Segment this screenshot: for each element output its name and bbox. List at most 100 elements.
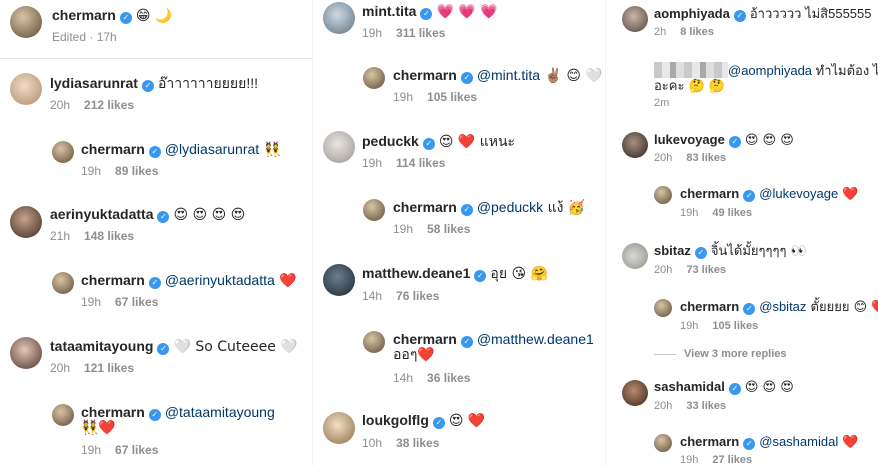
- comment-text: 😍 ❤️ แหนะ: [438, 134, 516, 150]
- username[interactable]: peduckk: [362, 133, 419, 149]
- likes-count[interactable]: 114 likes: [396, 156, 445, 170]
- reply-text-continued: อะคะ 🤔 🤔: [654, 79, 726, 94]
- avatar[interactable]: [10, 6, 42, 38]
- avatar[interactable]: [622, 380, 648, 406]
- likes-count[interactable]: 105 likes: [427, 90, 477, 104]
- likes-count[interactable]: 36 likes: [427, 371, 470, 385]
- mention-link[interactable]: @aerinyuktadatta: [165, 272, 275, 288]
- avatar[interactable]: [10, 73, 42, 105]
- avatar[interactable]: [323, 131, 355, 163]
- likes-count[interactable]: 121 likes: [84, 361, 134, 375]
- mention-link[interactable]: @tataamitayoung: [165, 404, 275, 420]
- avatar[interactable]: [52, 272, 74, 294]
- username[interactable]: chermarn: [393, 331, 457, 347]
- divider: [0, 58, 312, 59]
- avatar[interactable]: [10, 206, 42, 238]
- comment: mint.tita ✓ 💗 💗 💗: [362, 2, 498, 21]
- likes-count[interactable]: 27 likes: [712, 454, 752, 466]
- reply-text: 👯: [259, 142, 282, 158]
- avatar[interactable]: [654, 434, 672, 452]
- verified-badge-icon: ✓: [733, 10, 746, 22]
- avatar[interactable]: [323, 264, 355, 296]
- avatar[interactable]: [363, 331, 385, 353]
- username[interactable]: chermarn: [393, 67, 457, 83]
- reply-text: ❤️: [274, 273, 297, 289]
- verified-badge-icon: ✓: [420, 8, 433, 20]
- likes-count[interactable]: 89 likes: [115, 164, 158, 178]
- username[interactable]: sbitaz: [654, 243, 691, 258]
- avatar[interactable]: [52, 141, 74, 163]
- mention-link[interactable]: @lukevoyage: [759, 186, 838, 201]
- comment-text: จิ้นได้มั้ยๆๆๆๆ 👀: [710, 244, 807, 259]
- likes-count[interactable]: 311 likes: [396, 26, 445, 40]
- avatar[interactable]: [323, 412, 355, 444]
- avatar[interactable]: [622, 243, 648, 269]
- username[interactable]: mint.tita: [362, 3, 416, 19]
- timestamp: 19h: [680, 454, 699, 466]
- avatar[interactable]: [622, 6, 648, 32]
- likes-count[interactable]: 38 likes: [396, 436, 439, 450]
- reply-text: ออๆ❤️: [393, 347, 435, 363]
- verified-badge-icon: ✓: [157, 211, 170, 223]
- reply-meta: 19h 67 likes: [81, 443, 158, 457]
- verified-badge-icon: ✓: [694, 247, 707, 259]
- likes-count[interactable]: 33 likes: [686, 400, 726, 412]
- username[interactable]: chermarn: [680, 299, 739, 314]
- mention-link[interactable]: @sbitaz: [759, 299, 806, 314]
- timestamp: 20h: [654, 264, 673, 276]
- reply-meta: 2m: [654, 96, 669, 110]
- timestamp: 19h: [393, 222, 414, 236]
- avatar[interactable]: [52, 404, 74, 426]
- mention-link[interactable]: @mint.tita: [477, 67, 540, 83]
- username[interactable]: lukevoyage: [654, 132, 725, 147]
- username[interactable]: chermarn: [680, 434, 739, 449]
- username[interactable]: sashamidal: [654, 379, 725, 394]
- username[interactable]: lydiasarunrat: [50, 75, 138, 91]
- mention-link[interactable]: @matthew.deane1: [477, 331, 594, 347]
- avatar[interactable]: [363, 199, 385, 221]
- verified-badge-icon: ✓: [728, 136, 741, 148]
- likes-count[interactable]: 58 likes: [427, 222, 470, 236]
- mention-link[interactable]: @peduckk: [477, 199, 543, 215]
- avatar[interactable]: [654, 186, 672, 204]
- username[interactable]: chermarn: [52, 7, 116, 23]
- avatar[interactable]: [654, 299, 672, 317]
- likes-count[interactable]: 212 likes: [84, 98, 134, 112]
- verified-badge-icon: ✓: [422, 138, 435, 150]
- likes-count[interactable]: 67 likes: [115, 443, 158, 457]
- likes-count[interactable]: 83 likes: [686, 152, 726, 164]
- likes-count[interactable]: 49 likes: [712, 207, 752, 219]
- likes-count[interactable]: 73 likes: [686, 264, 726, 276]
- comment-text: 😍 ❤️: [448, 413, 486, 429]
- reply: chermarn ✓ @lydiasarunrat 👯: [81, 140, 281, 159]
- verified-badge-icon: ✓: [728, 383, 741, 395]
- likes-count[interactable]: 8 likes: [680, 26, 714, 38]
- avatar[interactable]: [10, 337, 42, 369]
- mention-link[interactable]: @aomphiyada: [728, 63, 812, 78]
- username[interactable]: chermarn: [81, 272, 145, 288]
- timestamp: 2m: [654, 97, 670, 109]
- likes-count[interactable]: 67 likes: [115, 295, 158, 309]
- reply-meta: 19h 49 likes: [680, 206, 752, 220]
- mention-link[interactable]: @sashamidal: [759, 434, 838, 449]
- username[interactable]: aomphiyada: [654, 6, 730, 21]
- username[interactable]: loukgolflg: [362, 412, 429, 428]
- view-more-replies-button[interactable]: View 3 more replies: [654, 348, 787, 360]
- username[interactable]: chermarn: [393, 199, 457, 215]
- username[interactable]: chermarn: [680, 186, 739, 201]
- verified-badge-icon: ✓: [460, 336, 473, 348]
- username[interactable]: chermarn: [81, 404, 145, 420]
- avatar[interactable]: [323, 2, 355, 34]
- username[interactable]: matthew.deane1: [362, 265, 470, 281]
- username[interactable]: aerinyuktadatta: [50, 206, 153, 222]
- username[interactable]: chermarn: [81, 141, 145, 157]
- mention-link[interactable]: @lydiasarunrat: [165, 141, 259, 157]
- timestamp: 19h: [362, 26, 383, 40]
- likes-count[interactable]: 105 likes: [712, 320, 758, 332]
- likes-count[interactable]: 148 likes: [84, 229, 134, 243]
- avatar[interactable]: [622, 132, 648, 158]
- reply: chermarn ✓ @mint.tita ✌🏽 😊 🤍: [393, 66, 603, 85]
- username[interactable]: tataamitayoung: [50, 338, 153, 354]
- likes-count[interactable]: 76 likes: [396, 289, 439, 303]
- avatar[interactable]: [363, 67, 385, 89]
